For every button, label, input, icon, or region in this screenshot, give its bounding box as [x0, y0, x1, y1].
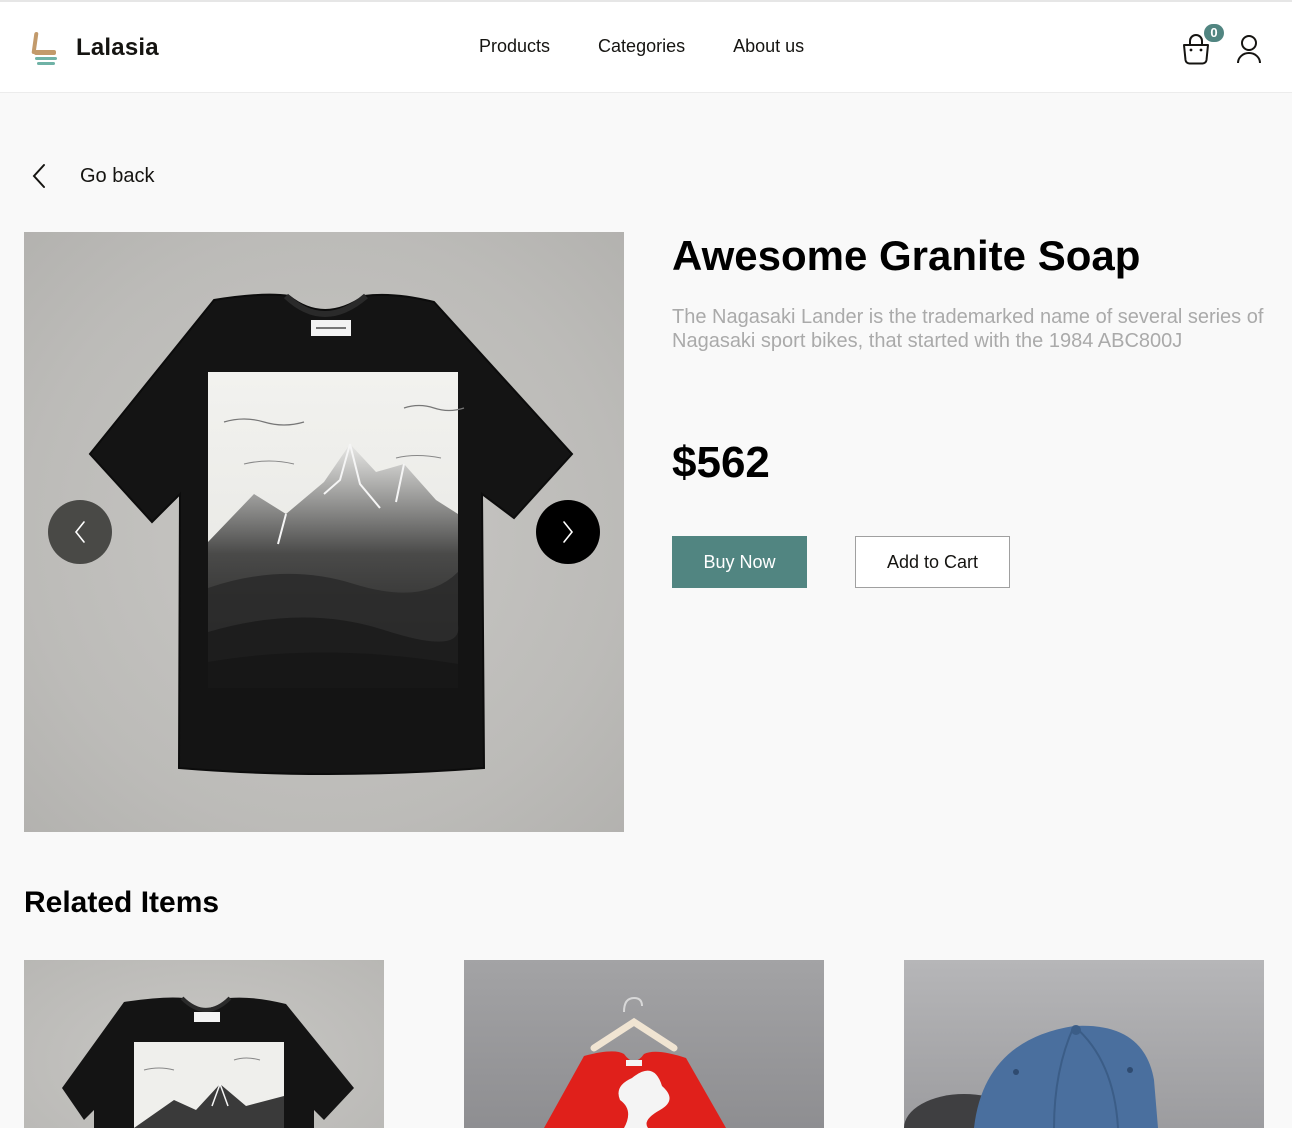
add-to-cart-button[interactable]: Add to Cart	[855, 536, 1010, 588]
main-nav: Products Categories About us	[479, 36, 852, 57]
cart-count-badge: 0	[1204, 24, 1224, 42]
carousel-next-button[interactable]	[536, 500, 600, 564]
logo-icon	[30, 30, 60, 66]
buy-now-button[interactable]: Buy Now	[672, 536, 807, 588]
nav-item-about-us[interactable]: About us	[733, 36, 804, 57]
related-item-image	[544, 996, 726, 1128]
carousel-prev-button[interactable]	[48, 500, 112, 564]
go-back-button[interactable]: Go back	[28, 162, 154, 190]
nav-item-products[interactable]: Products	[479, 36, 550, 57]
related-item-card[interactable]	[464, 960, 824, 1128]
related-item-card[interactable]	[24, 960, 384, 1128]
related-item-image	[904, 1025, 1158, 1128]
product-price: $562	[672, 438, 770, 487]
brand-name: Lalasia	[76, 34, 159, 61]
brand-logo[interactable]: Lalasia	[30, 30, 159, 66]
chevron-right-icon	[563, 521, 574, 543]
related-items-heading: Related Items	[24, 886, 220, 919]
product-title: Awesome Granite Soap	[672, 232, 1141, 279]
product-image	[88, 293, 574, 775]
chevron-left-icon	[74, 521, 85, 543]
related-item-image	[62, 996, 354, 1128]
related-item-card[interactable]	[904, 960, 1264, 1128]
product-description: The Nagasaki Lander is the trademarked n…	[672, 306, 1264, 352]
user-icon[interactable]	[1236, 34, 1262, 64]
nav-item-categories[interactable]: Categories	[598, 36, 685, 57]
top-header: Lalasia Products Categories About us 0	[0, 0, 1292, 93]
chevron-left-icon	[32, 164, 45, 188]
go-back-label: Go back	[80, 164, 155, 187]
product-image-carousel[interactable]	[24, 232, 624, 832]
